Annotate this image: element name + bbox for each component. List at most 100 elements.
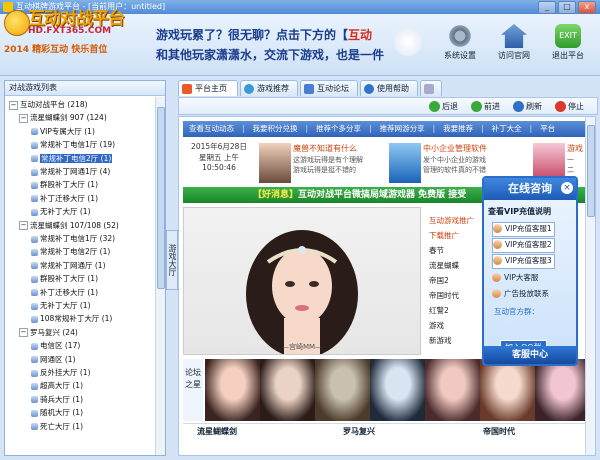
top-link[interactable]: 推荐网游分享 bbox=[380, 124, 425, 133]
side-news-link[interactable]: 春节 bbox=[429, 245, 444, 256]
news-item[interactable]: 魔兽不知道有什么 这游戏玩得是有个理解 游戏玩得是挺不错的 bbox=[259, 141, 387, 187]
category-label[interactable]: 流星蝴蝶剑 bbox=[197, 426, 237, 437]
close-button[interactable]: x bbox=[578, 1, 596, 14]
tree-item[interactable]: 随机大厅 (1) bbox=[31, 407, 83, 419]
scrollbar-thumb[interactable] bbox=[587, 125, 595, 217]
tree-item[interactable]: 骑兵大厅 (1) bbox=[31, 394, 83, 406]
logo-slogan: 2014 精彩互动 快乐首位 bbox=[4, 45, 108, 55]
content-scrollbar[interactable] bbox=[585, 117, 595, 455]
expand-toggle-icon[interactable]: − bbox=[19, 113, 28, 123]
top-link[interactable]: 我要积分兑换 bbox=[253, 124, 298, 133]
separator: | bbox=[481, 124, 484, 133]
separator: | bbox=[242, 124, 245, 133]
side-news-link[interactable]: 帝国时代 bbox=[429, 290, 459, 301]
settings-button[interactable]: 系统设置 bbox=[436, 22, 484, 72]
settings-label: 系统设置 bbox=[444, 51, 476, 60]
game-tree[interactable]: − 互动对战平台 (218) − 流星蝴蝶剑 907 (124) VIP专属大厅 (1)… bbox=[5, 97, 157, 455]
news-thumbnail[interactable] bbox=[259, 143, 291, 183]
exit-button[interactable]: EXIT 退出平台 bbox=[544, 22, 592, 72]
vip-service-1[interactable]: VIP充值客服1 bbox=[492, 222, 555, 237]
top-link[interactable]: 推荐个多分享 bbox=[316, 124, 361, 133]
tree-item[interactable]: 群殴补丁大厅 (1) bbox=[31, 273, 98, 285]
featured-photo[interactable]: —宫崎MM— bbox=[183, 207, 421, 355]
minimize-button[interactable]: _ bbox=[538, 1, 556, 14]
separator: | bbox=[432, 124, 436, 133]
banner[interactable]: 游戏玩累了？很无聊？点击下方的【互动 和其他玩家潇潇水，交流下游戏，也是一件 bbox=[152, 22, 384, 68]
tree-item[interactable]: 反外挂大厅 (1) bbox=[31, 367, 91, 379]
side-news-link[interactable]: 下载推广 bbox=[429, 230, 459, 241]
vip-service-2[interactable]: VIP充值客服2 bbox=[492, 238, 555, 253]
room-icon bbox=[31, 195, 38, 203]
tree-group[interactable]: − 互动对战平台 (218) bbox=[9, 99, 88, 111]
top-link[interactable]: 补丁大全 bbox=[492, 124, 522, 133]
expand-toggle-icon[interactable]: − bbox=[19, 328, 28, 338]
tree-item[interactable]: 常规补丁电信1厅 (32) bbox=[31, 233, 115, 245]
popup-close-icon[interactable]: × bbox=[561, 182, 573, 194]
banner-line2: 和其他玩家潇潇水，交流下游戏，也是一件 bbox=[156, 48, 384, 62]
tree-group[interactable]: − 罗马复兴 (24) bbox=[19, 327, 78, 339]
vip-service-3[interactable]: VIP充值客服3 bbox=[492, 254, 555, 269]
vip-big-service[interactable]: VIP大客服 bbox=[492, 272, 538, 285]
sidebar-scrollbar[interactable] bbox=[155, 97, 165, 455]
stop-button[interactable]: 停止 bbox=[555, 100, 584, 113]
tab-more[interactable] bbox=[420, 80, 442, 96]
tree-item[interactable]: 超高大厅 (1) bbox=[31, 380, 83, 392]
back-button[interactable]: 后退 bbox=[429, 100, 458, 113]
tree-item[interactable]: 常规补丁电信2厅 (1) bbox=[31, 246, 110, 258]
side-news-link[interactable]: 新游戏 bbox=[429, 335, 452, 346]
forum-star-photo[interactable] bbox=[315, 359, 371, 421]
tree-item[interactable]: 补丁迁移大厅 (1) bbox=[31, 287, 98, 299]
tree-item[interactable]: 电信区 (17) bbox=[31, 340, 80, 352]
separator: | bbox=[529, 124, 533, 133]
tree-item[interactable]: 死亡大厅 (1) bbox=[31, 421, 83, 433]
expand-toggle-icon[interactable]: − bbox=[9, 100, 18, 110]
tree-item[interactable]: 补丁迁移大厅 (1) bbox=[31, 193, 98, 205]
maximize-button[interactable]: □ bbox=[558, 1, 576, 14]
tab-home[interactable]: 平台主页 bbox=[178, 80, 238, 96]
side-news-link[interactable]: 帝国2 bbox=[429, 275, 449, 286]
forum-star-photo[interactable] bbox=[205, 359, 261, 421]
top-link[interactable]: 平台 bbox=[540, 124, 555, 133]
ad-contact[interactable]: 广告投放联系 bbox=[492, 288, 549, 301]
forward-button[interactable]: 前进 bbox=[471, 100, 500, 113]
tree-item[interactable]: 网通区 (1) bbox=[31, 354, 76, 366]
tab-recommend[interactable]: 游戏推荐 bbox=[240, 80, 298, 96]
news-thumbnail[interactable] bbox=[389, 143, 421, 183]
tree-item[interactable]: 常规补丁电信1厅 (19) bbox=[31, 139, 115, 151]
tree-label: 群殴补丁大厅 (1) bbox=[40, 274, 99, 284]
tree-group[interactable]: − 流星蝴蝶剑 907 (124) bbox=[19, 112, 107, 124]
game-hall-tab[interactable]: 游戏大厅 bbox=[166, 230, 178, 290]
tree-item[interactable]: 常规补丁网通1厅 (4) bbox=[31, 166, 110, 178]
side-news-link[interactable]: 红警2 bbox=[429, 305, 449, 316]
logo-url: HD.FXT365.COM bbox=[28, 26, 112, 36]
tree-item[interactable]: VIP专属大厅 (1) bbox=[31, 126, 95, 138]
tree-item[interactable]: 108常规补丁大厅 (1) bbox=[31, 313, 112, 325]
category-label[interactable]: 罗马复兴 bbox=[343, 426, 375, 437]
tree-item[interactable]: 无补丁大厅 (1) bbox=[31, 300, 91, 312]
expand-toggle-icon[interactable]: − bbox=[19, 221, 28, 231]
scrollbar-thumb[interactable] bbox=[157, 107, 165, 289]
category-label[interactable]: 帝国时代 bbox=[483, 426, 515, 437]
top-link[interactable]: 我要推荐 bbox=[443, 124, 473, 133]
side-news-link[interactable]: 游戏 bbox=[429, 320, 444, 331]
refresh-button[interactable]: 刷新 bbox=[513, 100, 542, 113]
help-icon bbox=[364, 84, 374, 94]
tree-item[interactable]: 常规补丁网通厅 (1) bbox=[31, 260, 106, 272]
forum-star-photo[interactable] bbox=[425, 359, 481, 421]
tree-item[interactable]: 群殴补丁大厅 (1) bbox=[31, 179, 98, 191]
forum-star-photo[interactable] bbox=[260, 359, 316, 421]
service-center-button[interactable]: 客服中心 bbox=[484, 346, 576, 364]
top-link[interactable]: 查看互动动态 bbox=[189, 124, 234, 133]
side-news-link[interactable]: 互动游戏推广 bbox=[429, 215, 474, 226]
side-news-link[interactable]: 流星蝴蝶 bbox=[429, 260, 459, 271]
forum-star-photo[interactable] bbox=[480, 359, 536, 421]
tree-item[interactable]: 无补丁大厅 (1) bbox=[31, 206, 91, 218]
tree-item[interactable]: 常规补丁电信2厅 (1) bbox=[31, 153, 113, 165]
home-button[interactable]: 访问官网 bbox=[490, 22, 538, 72]
forum-star-photo[interactable] bbox=[370, 359, 426, 421]
forum-star-photo[interactable] bbox=[535, 359, 591, 421]
tree-group[interactable]: − 流星蝴蝶剑 107/108 (52) bbox=[19, 220, 119, 232]
vip-info-link[interactable]: 查看VIP充值说明 bbox=[488, 206, 551, 217]
tab-forum[interactable]: 互动论坛 bbox=[300, 80, 358, 96]
tab-help[interactable]: 使用帮助 bbox=[360, 80, 418, 96]
